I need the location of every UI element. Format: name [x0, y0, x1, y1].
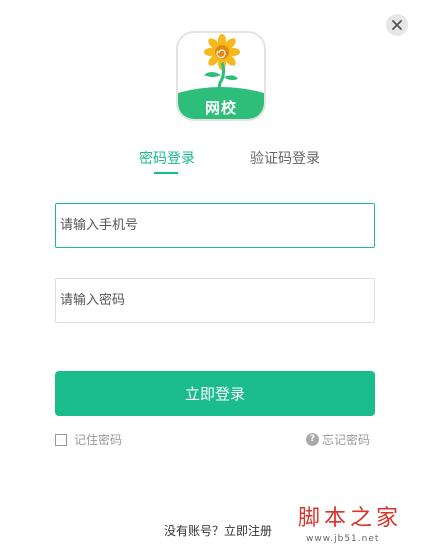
active-tab-indicator [154, 172, 178, 174]
login-button[interactable]: 立即登录 [55, 371, 375, 416]
watermark-main: 脚本之家 [298, 506, 403, 531]
forgot-label: 忘记密码 [321, 433, 370, 447]
remember-password[interactable]: 记住密码 [55, 431, 122, 448]
phone-input[interactable] [55, 203, 375, 248]
tab-code-login[interactable]: 验证码登录 [250, 148, 320, 168]
help-icon: ? [305, 433, 319, 446]
tab-password-login[interactable]: 密码登录 [139, 148, 195, 168]
logo-label: 网校 [204, 99, 237, 117]
close-icon [392, 20, 402, 30]
watermark-sub: www.jb51.net [306, 534, 380, 544]
close-button[interactable] [386, 14, 408, 36]
remember-checkbox[interactable] [55, 433, 67, 446]
watermark: 脚本之家 www.jb51.net [298, 505, 420, 549]
password-input[interactable] [55, 278, 375, 323]
forgot-password-link[interactable]: ? 忘记密码 [305, 431, 370, 448]
register-link[interactable]: 没有账号？立即注册 [164, 522, 272, 539]
remember-label: 记住密码 [74, 433, 123, 447]
login-dialog: 网校 密码登录 验证码登录 立即登录 记住密码 ? 忘记密码 没有账号？立即注册… [0, 0, 428, 553]
app-logo: 网校 [176, 31, 266, 121]
